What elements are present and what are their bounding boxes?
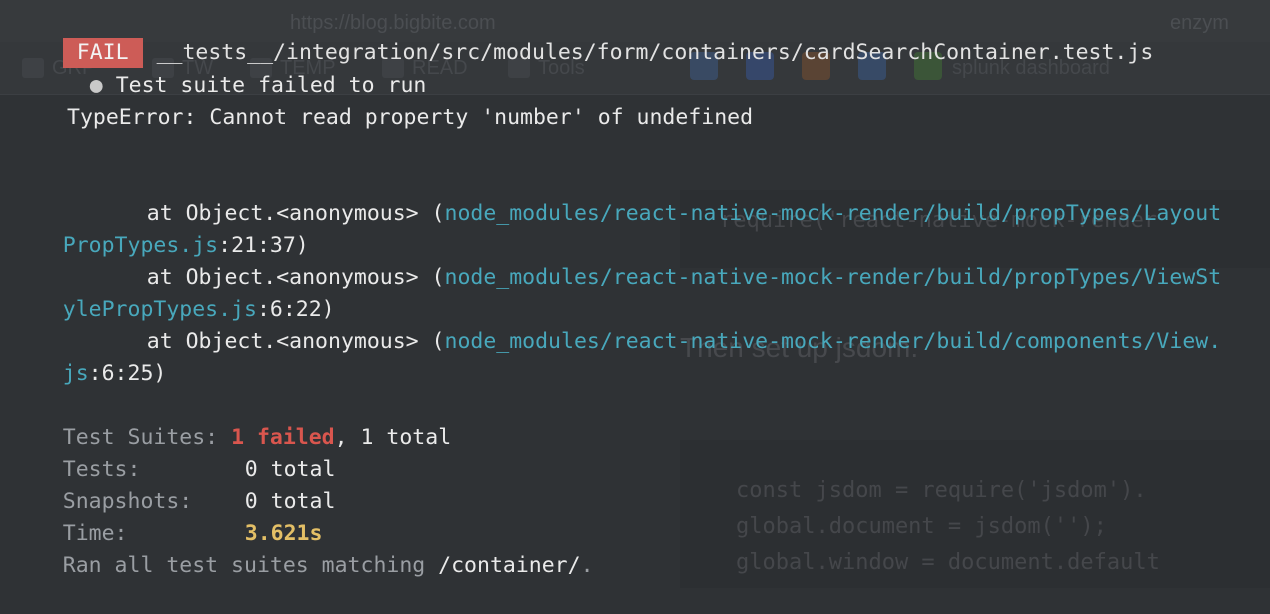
suites-total: , 1 total xyxy=(334,425,452,450)
bullet-icon: ● xyxy=(89,73,103,98)
suite-message: Test suite failed to run xyxy=(115,73,427,98)
stack-path: node_modules/react-native-mock-render/bu… xyxy=(444,329,1222,354)
stack-frame-wrap: ylePropTypes.js:6:22) xyxy=(11,262,335,322)
ran-pattern: /container/ xyxy=(438,553,581,578)
summary-time: Time: 3.621s xyxy=(11,486,323,546)
stack-frame-wrap: PropTypes.js:21:37) xyxy=(11,198,309,258)
summary-ran: Ran all test suites matching /container/… xyxy=(11,518,594,578)
stack-path: node_modules/react-native-mock-render/bu… xyxy=(444,201,1222,226)
stack-location: :6:25) xyxy=(88,361,167,386)
test-result-header: FAIL __tests__/integration/src/modules/fo… xyxy=(11,5,1153,68)
terminal-output[interactable]: FAIL __tests__/integration/src/modules/fo… xyxy=(0,0,1270,588)
summary-test-suites: Test Suites: 1 failed, 1 total xyxy=(11,390,451,450)
stack-frame: at Object.<anonymous> (node_modules/reac… xyxy=(95,294,1221,354)
suite-failure-line: ● Test suite failed to run xyxy=(38,38,427,98)
stack-path: js xyxy=(62,361,89,386)
stack-frame: at Object.<anonymous> (node_modules/reac… xyxy=(95,166,1221,226)
stack-frame-wrap: js:6:25) xyxy=(11,326,167,386)
stack-frame: at Object.<anonymous> (node_modules/reac… xyxy=(95,230,1221,290)
summary-snapshots: Snapshots: 0 total xyxy=(11,454,336,514)
ran-prefix: Ran all test suites matching xyxy=(62,553,439,578)
ran-suffix: . xyxy=(580,553,594,578)
stack-prefix: at Object.<anonymous> ( xyxy=(146,329,445,354)
error-message: TypeError: Cannot read property 'number'… xyxy=(67,105,754,130)
summary-tests: Tests: 0 total xyxy=(11,422,336,482)
stack-path: node_modules/react-native-mock-render/bu… xyxy=(444,265,1222,290)
